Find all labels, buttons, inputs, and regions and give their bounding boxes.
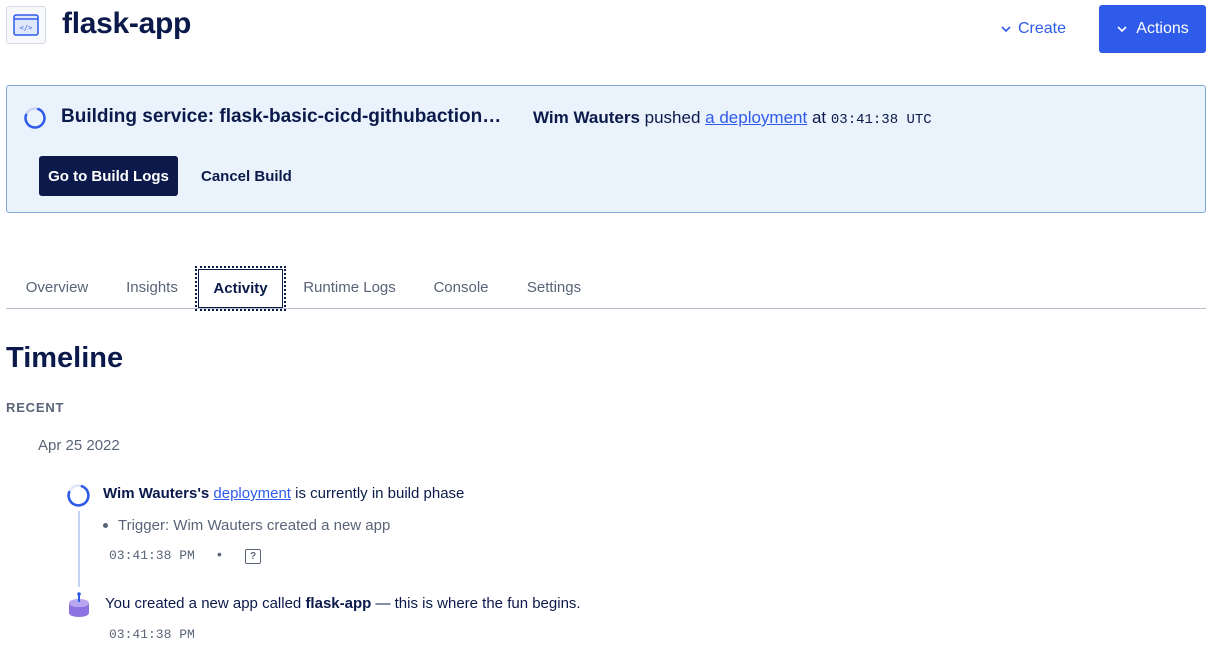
- timeline-heading: Timeline: [6, 342, 124, 374]
- svg-text:</>: </>: [20, 24, 33, 32]
- event-created-suffix: — this is where the fun begins.: [375, 595, 581, 612]
- build-meta: Wim Wauters pushed a deployment at 03:41…: [533, 108, 932, 128]
- event-timestamp: 03:41:38 PM: [109, 548, 195, 563]
- timeline-event-created: You created a new app called flask-app —…: [105, 595, 581, 612]
- actions-button[interactable]: Actions: [1099, 5, 1206, 53]
- tab-bar: Overview Insights Activity Runtime Logs …: [6, 266, 1206, 311]
- timeline-event-deployment: Wim Wauters's deployment is currently in…: [103, 485, 464, 502]
- build-status-banner: Building service: flask-basic-cicd-githu…: [6, 85, 1206, 213]
- chevron-down-icon: [1001, 26, 1011, 33]
- event-deployment-link[interactable]: deployment: [213, 485, 291, 502]
- separator-dot: •: [217, 546, 222, 562]
- go-to-build-logs-button[interactable]: Go to Build Logs: [39, 156, 178, 196]
- spinner-icon: [67, 484, 90, 507]
- build-author: Wim Wauters: [533, 108, 640, 127]
- event-app-name: flask-app: [305, 595, 372, 612]
- event-author: Wim Wauters's: [103, 485, 210, 502]
- tab-insights[interactable]: Insights: [108, 266, 196, 309]
- actions-label: Actions: [1136, 20, 1189, 37]
- bullet-icon: [103, 523, 108, 528]
- help-icon[interactable]: ?: [245, 549, 261, 564]
- event-timestamp: 03:41:38 PM: [109, 627, 195, 642]
- create-button[interactable]: Create: [992, 8, 1074, 50]
- pushed-text: pushed: [644, 108, 701, 127]
- app-code-icon: </>: [6, 6, 46, 44]
- tab-settings[interactable]: Settings: [509, 266, 599, 309]
- event-trigger: Trigger: Wim Wauters created a new app: [103, 517, 390, 534]
- build-time: 03:41:38 UTC: [830, 112, 932, 128]
- tab-overview[interactable]: Overview: [6, 266, 108, 309]
- timeline-connector: [78, 511, 80, 587]
- create-label: Create: [1018, 20, 1067, 37]
- spinner-icon: [24, 107, 46, 129]
- timeline-date: Apr 25 2022: [38, 437, 120, 454]
- event-created-prefix: You created a new app called: [105, 595, 302, 612]
- page-title: flask-app: [62, 7, 192, 40]
- tab-activity[interactable]: Activity: [195, 266, 286, 311]
- recent-label: RECENT: [6, 400, 65, 415]
- event-status-text: is currently in build phase: [295, 485, 465, 502]
- build-title: Building service: flask-basic-cicd-githu…: [61, 106, 511, 127]
- chevron-down-icon: [1117, 26, 1127, 33]
- deployment-link[interactable]: a deployment: [705, 108, 807, 127]
- birthday-cake-icon: [69, 592, 89, 617]
- cancel-build-button[interactable]: Cancel Build: [201, 156, 292, 196]
- event-trigger-text: Trigger: Wim Wauters created a new app: [118, 517, 391, 534]
- at-text: at: [811, 108, 827, 127]
- tab-console[interactable]: Console: [413, 266, 509, 309]
- tab-runtime-logs[interactable]: Runtime Logs: [286, 266, 413, 309]
